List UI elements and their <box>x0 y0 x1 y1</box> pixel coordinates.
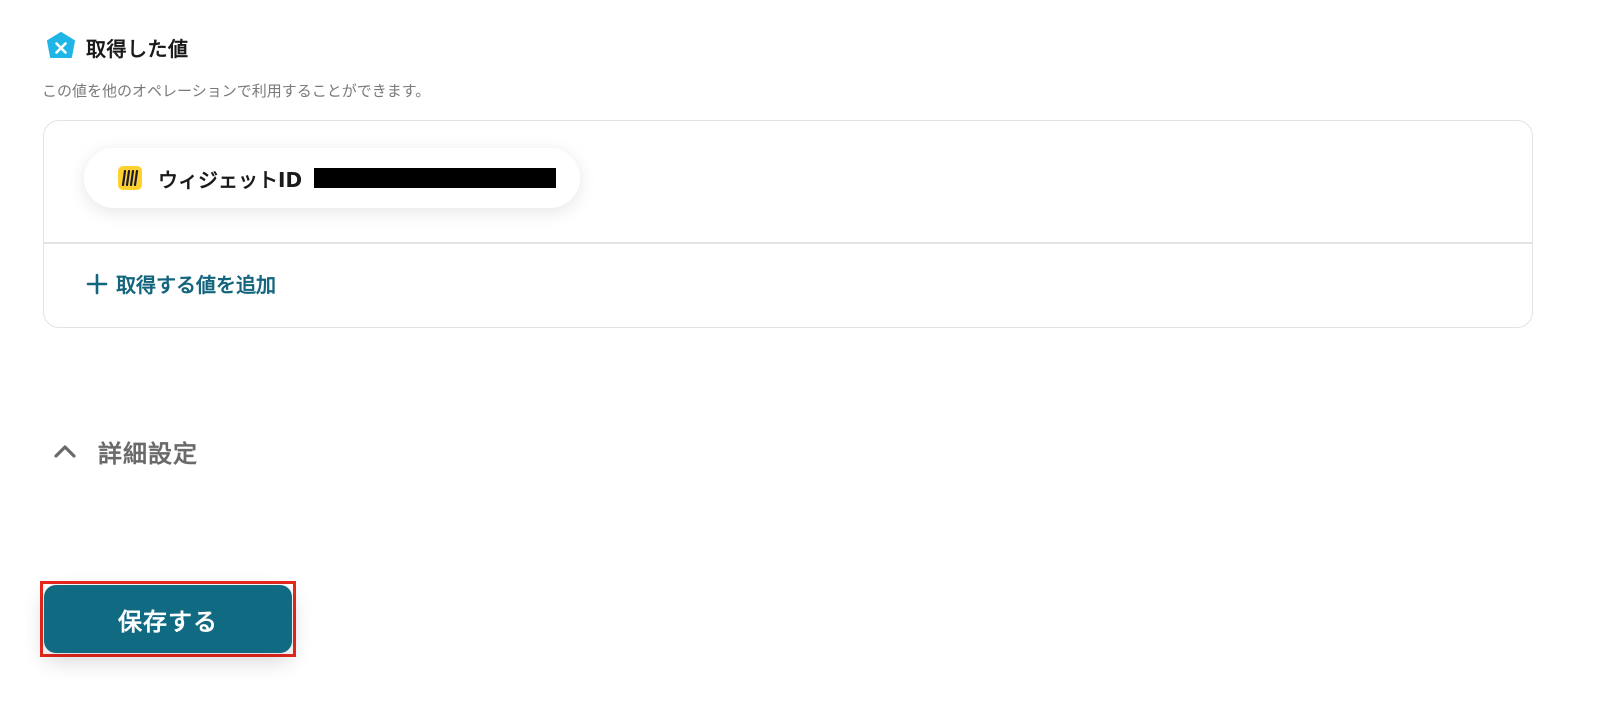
divider <box>44 242 1532 244</box>
add-value-label: 取得する値を追加 <box>116 273 276 297</box>
section-title: 取得した値 <box>86 36 189 61</box>
plus-icon <box>86 273 108 294</box>
advanced-settings-toggle[interactable]: 詳細設定 <box>52 434 198 469</box>
save-button[interactable]: 保存する <box>44 585 292 653</box>
redacted-value <box>314 168 557 188</box>
chevron-up-icon <box>54 444 76 458</box>
section-description: この値を他のオペレーションで利用することができます。 <box>42 82 431 100</box>
add-value-button[interactable]: 取得する値を追加 <box>86 269 276 298</box>
miro-icon <box>118 166 142 190</box>
advanced-settings-label: 詳細設定 <box>98 440 198 468</box>
value-chip-label: ウィジェットID <box>158 167 303 192</box>
value-chip-widget-id[interactable]: ウィジェットID <box>84 148 580 208</box>
variable-x-icon <box>47 32 75 58</box>
values-panel: ウィジェットID 取得する値を追加 <box>43 120 1533 328</box>
section-header: 取得した値 <box>46 32 189 62</box>
